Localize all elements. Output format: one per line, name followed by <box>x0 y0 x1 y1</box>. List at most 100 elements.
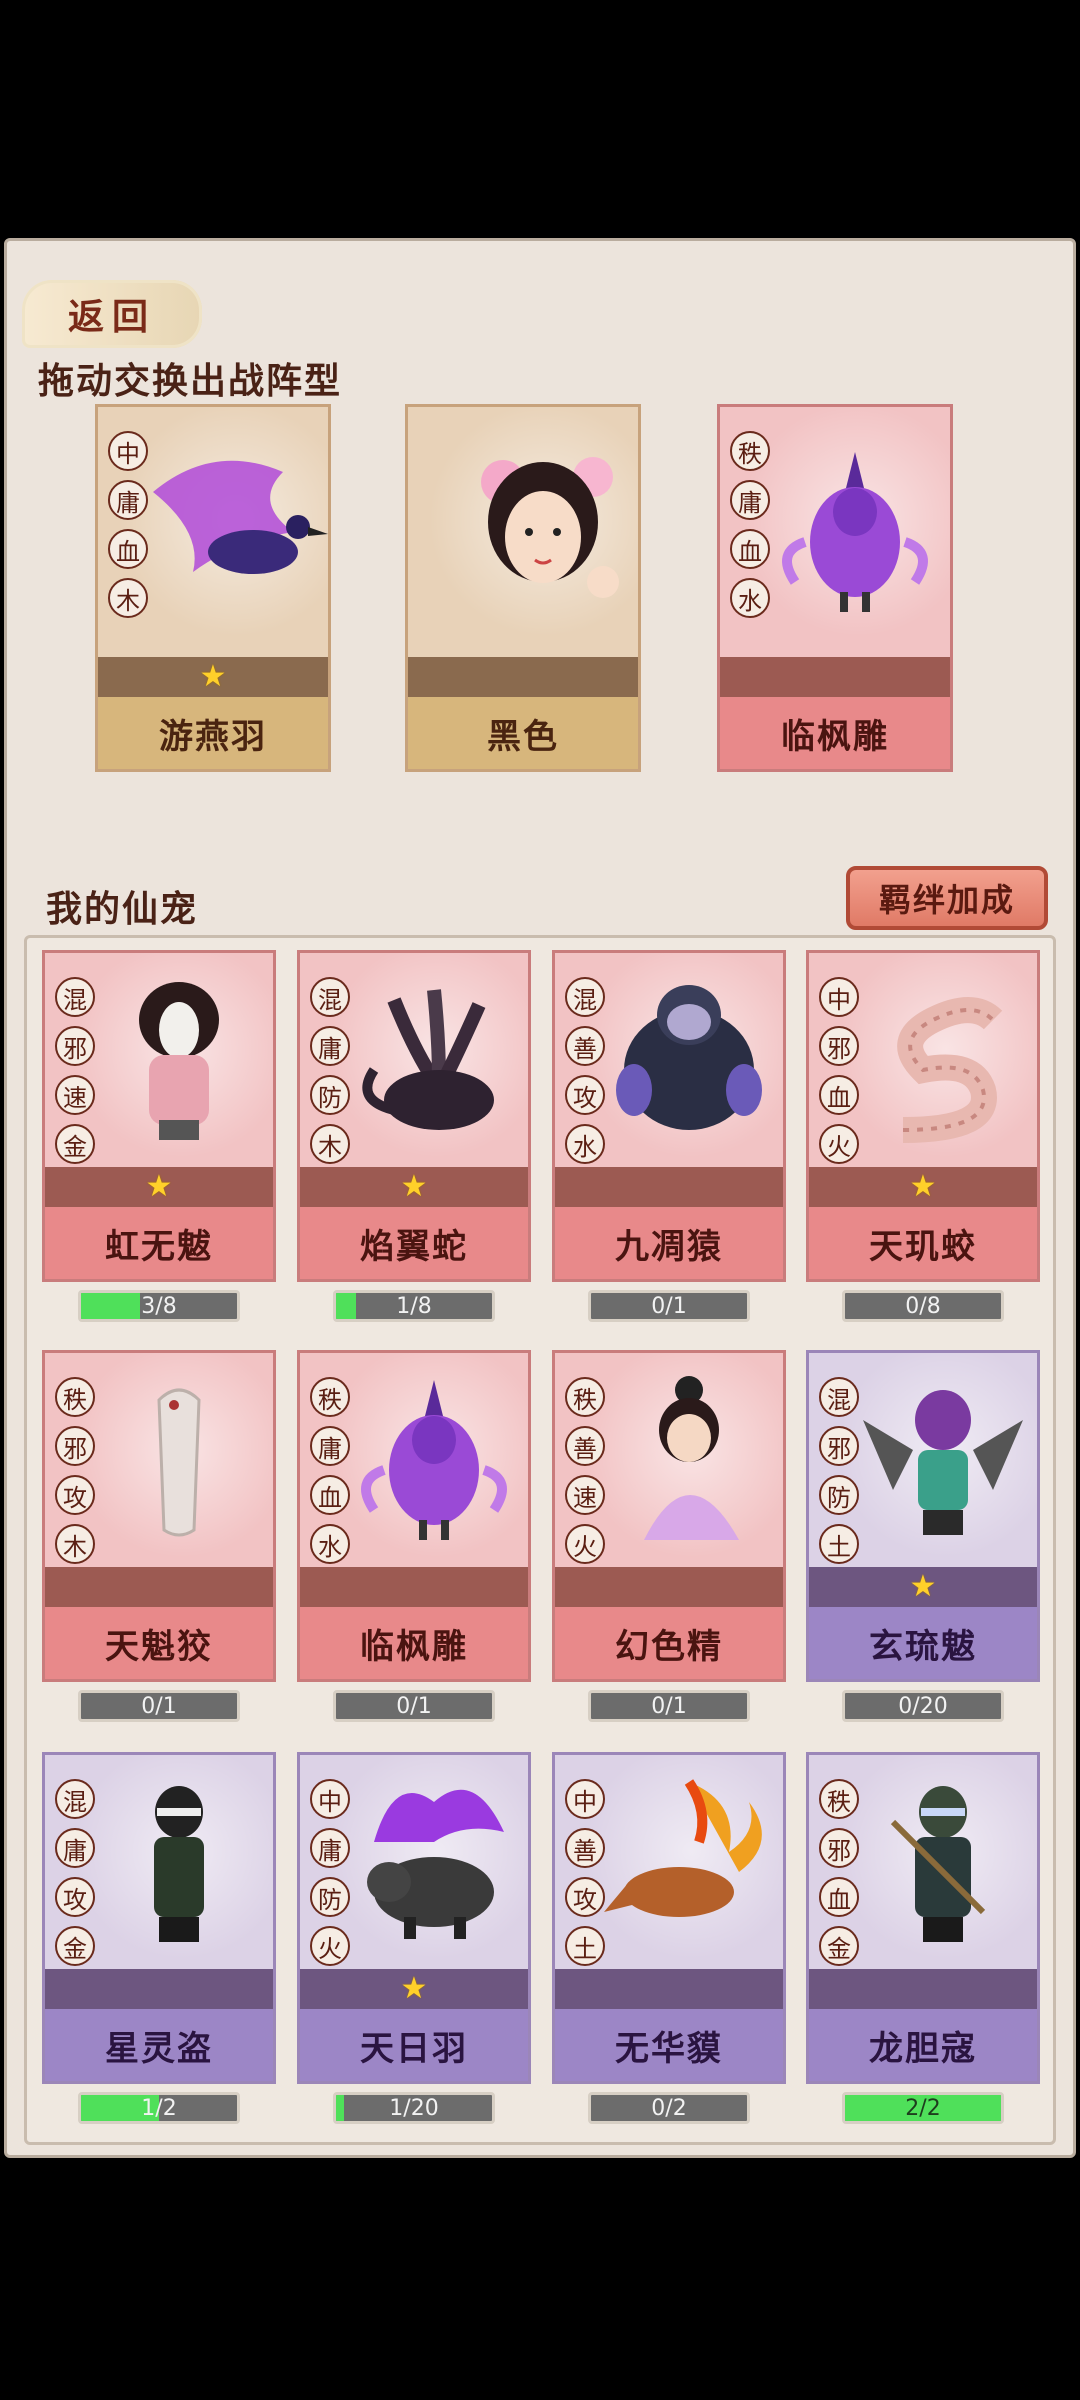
pets-card[interactable]: 秩邪血金龙胆寇 <box>806 1752 1040 2084</box>
trait-badge: 庸 <box>55 1828 95 1868</box>
trait-badge: 速 <box>565 1475 605 1515</box>
shard-progress-bar: 3/8 <box>78 1290 240 1322</box>
trait-badge: 防 <box>819 1475 859 1515</box>
trait-badge: 水 <box>565 1124 605 1164</box>
trait-badge: 中 <box>819 977 859 1017</box>
star-icon: ★ <box>400 1169 428 1204</box>
trait-list: 秩善速火 <box>565 1377 605 1564</box>
trait-badge: 血 <box>108 529 148 569</box>
shard-progress-bar: 1/8 <box>333 1290 495 1322</box>
creature-image <box>133 432 328 632</box>
pet-name: 天魁狡 <box>45 1607 273 1679</box>
pets-card[interactable]: 中庸防火 ★ 天日羽 <box>297 1752 531 2084</box>
pets-card[interactable]: 中善攻土无华貘 <box>552 1752 786 2084</box>
trait-badge: 混 <box>565 977 605 1017</box>
star-bar <box>300 1567 528 1607</box>
trait-badge: 中 <box>108 431 148 471</box>
trait-badge: 混 <box>819 1377 859 1417</box>
shard-progress-bar: 0/20 <box>842 1690 1004 1722</box>
pets-card[interactable]: 秩善速火幻色精 <box>552 1350 786 1682</box>
trait-badge: 庸 <box>310 1026 350 1066</box>
trait-badge: 血 <box>310 1475 350 1515</box>
formation-card[interactable]: 黑色 <box>405 404 641 772</box>
trait-badge: 木 <box>310 1124 350 1164</box>
trait-badge: 木 <box>108 578 148 618</box>
shard-progress-bar: 0/1 <box>78 1690 240 1722</box>
trait-badge: 攻 <box>565 1877 605 1917</box>
progress-text: 0/1 <box>651 1693 687 1719</box>
trait-badge: 邪 <box>819 1426 859 1466</box>
shard-progress-bar: 0/1 <box>333 1690 495 1722</box>
star-icon: ★ <box>199 659 227 694</box>
trait-badge: 秩 <box>819 1779 859 1819</box>
trait-badge: 邪 <box>819 1026 859 1066</box>
trait-badge: 善 <box>565 1828 605 1868</box>
pets-card[interactable]: 混善攻水九凋猿 <box>552 950 786 1282</box>
trait-badge: 攻 <box>55 1877 95 1917</box>
formation-title: 拖动交换出战阵型 <box>38 360 343 402</box>
trait-list: 中庸血木 <box>108 431 148 618</box>
progress-text: 0/1 <box>396 1693 432 1719</box>
pets-card[interactable]: 混庸防木 ★ 焰翼蛇 <box>297 950 531 1282</box>
trait-badge: 混 <box>310 977 350 1017</box>
formation-card[interactable]: 中庸血木 ★ 游燕羽 <box>95 404 331 772</box>
trait-badge: 防 <box>310 1075 350 1115</box>
trait-badge: 邪 <box>55 1426 95 1466</box>
trait-badge: 秩 <box>730 431 770 471</box>
star-bar <box>45 1969 273 2009</box>
star-bar <box>555 1567 783 1607</box>
star-icon: ★ <box>400 1971 428 2006</box>
pet-name: 焰翼蛇 <box>300 1207 528 1279</box>
trait-badge: 混 <box>55 1779 95 1819</box>
bond-bonus-button[interactable]: 羁绊加成 <box>846 866 1048 930</box>
creature-image <box>334 1360 528 1560</box>
shard-progress-bar: 0/2 <box>588 2092 750 2124</box>
pet-name: 天玑蛟 <box>809 1207 1037 1279</box>
star-bar: ★ <box>300 1167 528 1207</box>
pet-name: 无华貘 <box>555 2009 783 2081</box>
star-bar: ★ <box>98 657 328 697</box>
pets-card[interactable]: 秩庸血水临枫雕 <box>297 1350 531 1682</box>
shard-progress-bar: 1/20 <box>333 2092 495 2124</box>
pets-card[interactable]: 混庸攻金星灵盗 <box>42 1752 276 2084</box>
trait-badge: 秩 <box>310 1377 350 1417</box>
star-icon: ★ <box>145 1169 173 1204</box>
trait-list: 混庸防木 <box>310 977 350 1164</box>
my-pets-title: 我的仙宠 <box>46 888 199 930</box>
trait-badge: 庸 <box>310 1828 350 1868</box>
trait-badge: 攻 <box>565 1075 605 1115</box>
trait-list: 混邪防土 <box>819 1377 859 1564</box>
formation-card[interactable]: 秩庸血水临枫雕 <box>717 404 953 772</box>
progress-text: 0/1 <box>141 1693 177 1719</box>
pet-name: 玄琉魃 <box>809 1607 1037 1679</box>
trait-badge: 防 <box>310 1877 350 1917</box>
shard-progress-bar: 2/2 <box>842 2092 1004 2124</box>
progress-text: 0/1 <box>651 1293 687 1319</box>
creature-image <box>334 1762 528 1962</box>
trait-list: 秩邪攻木 <box>55 1377 95 1564</box>
shard-progress-bar: 0/8 <box>842 1290 1004 1322</box>
trait-badge: 庸 <box>730 480 770 520</box>
creature-image <box>334 960 528 1160</box>
progress-text: 1/8 <box>396 1293 432 1319</box>
progress-text: 2/2 <box>905 2095 941 2121</box>
progress-text: 0/2 <box>651 2095 687 2121</box>
shard-progress-bar: 1/2 <box>78 2092 240 2124</box>
star-bar <box>555 1969 783 2009</box>
pets-card[interactable]: 混邪防土 ★ 玄琉魃 <box>806 1350 1040 1682</box>
pet-name: 九凋猿 <box>555 1207 783 1279</box>
star-bar: ★ <box>809 1167 1037 1207</box>
trait-badge: 土 <box>819 1524 859 1564</box>
creature-image <box>589 1360 783 1560</box>
star-icon: ★ <box>909 1569 937 1604</box>
pets-card[interactable]: 秩邪攻木天魁狡 <box>42 1350 276 1682</box>
trait-list: 中善攻土 <box>565 1779 605 1966</box>
pets-card[interactable]: 中邪血火 ★ 天玑蛟 <box>806 950 1040 1282</box>
shard-progress-bar: 0/1 <box>588 1690 750 1722</box>
pets-card[interactable]: 混邪速金 ★ 虹无魃 <box>42 950 276 1282</box>
back-button[interactable]: 返回 <box>22 280 202 348</box>
trait-badge: 中 <box>565 1779 605 1819</box>
trait-badge: 庸 <box>108 480 148 520</box>
trait-badge: 火 <box>819 1124 859 1164</box>
trait-badge: 火 <box>565 1524 605 1564</box>
